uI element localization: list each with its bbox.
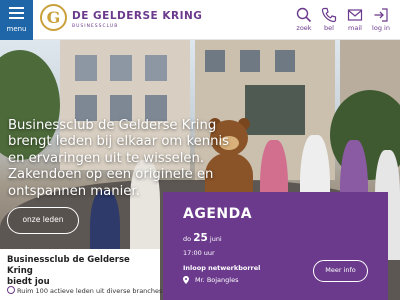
site-header: menu G DE GELDERSE KRING BUSINESSCLUB zo… — [0, 0, 400, 40]
building — [245, 85, 305, 135]
hero-line: en ervaringen uit te wisselen. — [8, 150, 205, 166]
mail-icon — [347, 9, 363, 21]
hero-line: Zakendoen op een originele en — [8, 167, 214, 183]
members-button[interactable]: onze leden — [7, 207, 79, 234]
location-pin-icon — [183, 276, 189, 284]
nav-login-label: log in — [372, 24, 390, 32]
nav-mail[interactable]: mail — [342, 0, 368, 40]
agenda-heading: AGENDA — [183, 206, 253, 222]
info-item-text: Ruim 100 actieve leden uit diverse branc… — [17, 287, 163, 295]
agenda-panel: AGENDA do 25 juni 17:00 uur Inloop netwe… — [163, 192, 388, 300]
building — [110, 55, 132, 81]
search-icon — [296, 7, 312, 23]
event-weekday: do — [183, 235, 192, 243]
building — [145, 55, 167, 81]
nav-call[interactable]: bel — [316, 0, 342, 40]
event-month: juni — [209, 235, 222, 243]
building — [275, 50, 295, 72]
phone-icon — [321, 7, 337, 23]
event-time: 17:00 uur — [183, 249, 215, 257]
event-location-text: Mr. Bojangles — [195, 276, 239, 284]
logo-subtitle: BUSINESSCLUB — [72, 24, 119, 29]
logo-letter: G — [46, 8, 61, 27]
event-title: Inloop netwerkborrel — [183, 264, 261, 272]
building — [75, 55, 97, 81]
club-info-card: Businessclub de Gelderse Kring biedt jou… — [0, 249, 163, 300]
hero-line: Businessclub de Gelderse Kring — [8, 118, 217, 133]
site-logo[interactable]: G DE GELDERSE KRING BUSINESSCLUB — [40, 4, 202, 36]
logo-emblem: G — [40, 4, 67, 31]
more-info-button[interactable]: Meer info — [313, 260, 368, 282]
nav-search[interactable]: zoek — [291, 0, 317, 40]
info-title-line: Businessclub de Gelderse Kring — [7, 255, 130, 276]
info-list-item: Ruim 100 actieve leden uit diverse branc… — [7, 286, 163, 295]
building — [240, 50, 260, 72]
event-date: do 25 juni — [183, 232, 222, 244]
building — [205, 50, 225, 72]
hamburger-icon — [9, 7, 24, 20]
check-icon — [7, 286, 15, 294]
logo-title: DE GELDERSE KRING — [72, 10, 203, 22]
event-location: Mr. Bojangles — [183, 276, 238, 284]
login-icon — [374, 8, 388, 22]
hero-line: brengt leden bij elkaar om kennis — [8, 134, 230, 150]
menu-button[interactable]: menu — [0, 0, 33, 40]
event-day: 25 — [193, 232, 208, 244]
hero-tagline: Businessclub de Gelderse Kring brengt le… — [8, 118, 253, 200]
nav-login[interactable]: log in — [368, 0, 394, 40]
menu-label: menu — [6, 25, 27, 33]
